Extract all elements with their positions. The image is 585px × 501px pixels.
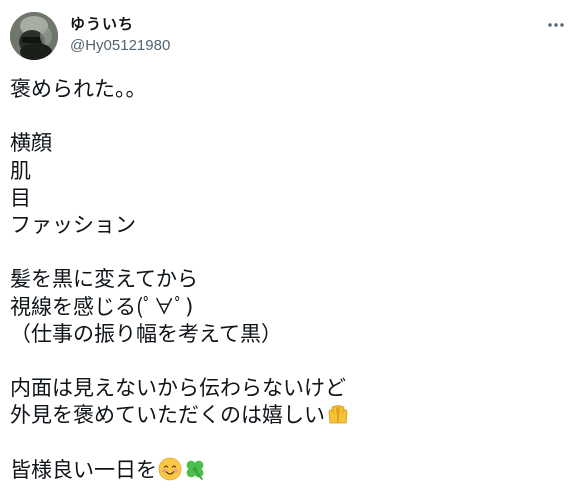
tweet-line: （仕事の振り幅を考えて黒）: [10, 321, 282, 346]
four-leaf-clover-emoji: [183, 457, 207, 481]
tweet-line: [10, 103, 575, 130]
raising-hands-emoji: [326, 402, 350, 426]
tweet-line: 視線を感じる(ﾟ∀ﾟ): [10, 294, 194, 319]
tweet-card: ゆういち @Hy05121980 褒められた。。 横顔 肌 目 ファッション 髪…: [0, 0, 585, 501]
tweet-line: [10, 348, 575, 375]
tweet-header: ゆういち @Hy05121980: [10, 10, 575, 62]
tweet-line: [10, 239, 575, 266]
tweet-line: 肌: [10, 158, 31, 183]
tweet-line: 褒められた。。: [10, 77, 147, 101]
tweet-line: 内面は見えないから伝わらないけど: [10, 376, 346, 401]
tweet-line-text: 外見を褒めていただくのは嬉しい: [10, 403, 325, 428]
more-options-button[interactable]: [541, 12, 571, 42]
user-handle[interactable]: @Hy05121980: [70, 36, 490, 56]
tweet-line: ファッション: [10, 212, 136, 237]
more-horizontal-icon: [546, 15, 566, 39]
tweet-line: [10, 429, 575, 456]
tweet-text: 褒められた。。 横顔 肌 目 ファッション 髪を黒に変えてから 視線を感じる(ﾟ…: [10, 76, 575, 484]
tweet-line-with-emoji: 外見を褒めていただくのは嬉しい: [10, 402, 575, 429]
tweet-line-with-emoji: 皆様良い一日を: [10, 457, 575, 484]
avatar[interactable]: [10, 12, 58, 60]
smiling-face-emoji: [158, 457, 182, 481]
user-names: ゆういち @Hy05121980: [70, 14, 490, 56]
tweet-line: 髪を黒に変えてから: [10, 267, 198, 292]
tweet-line: 横顔: [10, 131, 52, 156]
tweet-line: 目: [10, 185, 31, 210]
display-name[interactable]: ゆういち: [70, 14, 490, 34]
tweet-line-text: 皆様良い一日を: [10, 457, 157, 482]
